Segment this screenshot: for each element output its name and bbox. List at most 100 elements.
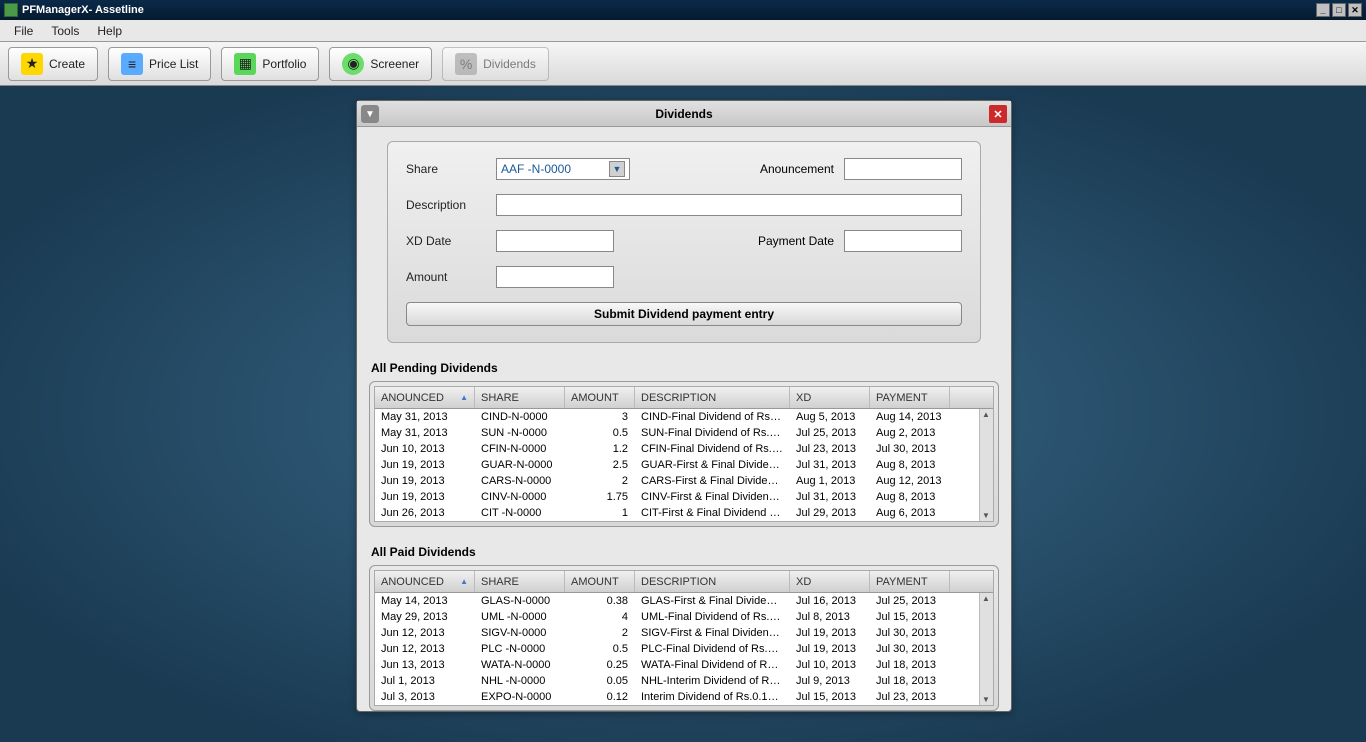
- pricelist-button[interactable]: ≡ Price List: [108, 47, 211, 81]
- share-label: Share: [406, 162, 486, 176]
- cell-payment: Jul 30, 2013: [870, 643, 950, 655]
- cell-anounced: May 14, 2013: [375, 595, 475, 607]
- col-amount[interactable]: AMOUNT: [565, 571, 635, 592]
- menu-help[interactable]: Help: [89, 22, 130, 40]
- cell-payment: Jul 18, 2013: [870, 675, 950, 687]
- col-anounced[interactable]: ANOUNCED▲: [375, 387, 475, 408]
- cell-amount: 2: [565, 475, 635, 487]
- col-amount[interactable]: AMOUNT: [565, 387, 635, 408]
- col-anounced[interactable]: ANOUNCED▲: [375, 571, 475, 592]
- xd-date-input[interactable]: [496, 230, 614, 252]
- cell-share: CARS-N-0000: [475, 475, 565, 487]
- cell-payment: Jul 25, 2013: [870, 595, 950, 607]
- dividends-label: Dividends: [483, 57, 536, 71]
- cell-anounced: May 31, 2013: [375, 427, 475, 439]
- menu-file[interactable]: File: [6, 22, 41, 40]
- cell-xd: Jul 19, 2013: [790, 643, 870, 655]
- cell-amount: 0.5: [565, 643, 635, 655]
- cell-amount: 1: [565, 507, 635, 519]
- col-payment[interactable]: PAYMENT: [870, 387, 950, 408]
- portfolio-icon: ▦: [234, 53, 256, 75]
- list-icon: ≡: [121, 53, 143, 75]
- table-row[interactable]: May 14, 2013GLAS-N-00000.38GLAS-First & …: [375, 593, 979, 609]
- cell-anounced: May 31, 2013: [375, 411, 475, 423]
- amount-input[interactable]: [496, 266, 614, 288]
- screener-label: Screener: [370, 57, 419, 71]
- table-row[interactable]: Jun 19, 2013CINV-N-00001.75CINV-First & …: [375, 489, 979, 505]
- close-icon[interactable]: ✕: [989, 105, 1007, 123]
- submit-button[interactable]: Submit Dividend payment entry: [406, 302, 962, 326]
- dividends-button[interactable]: % Dividends: [442, 47, 549, 81]
- table-row[interactable]: Jun 26, 2013CIT -N-00001CIT-First & Fina…: [375, 505, 979, 521]
- cell-description: CFIN-Final Dividend of Rs.1…: [635, 443, 790, 455]
- cell-description: Interim Dividend of Rs.0.12…: [635, 691, 790, 703]
- share-select[interactable]: AAF -N-0000 ▼: [496, 158, 630, 180]
- pending-table: ANOUNCED▲ SHARE AMOUNT DESCRIPTION XD PA…: [374, 386, 994, 522]
- table-row[interactable]: Jul 1, 2013NHL -N-00000.05NHL-Interim Di…: [375, 673, 979, 689]
- cell-xd: Jul 31, 2013: [790, 491, 870, 503]
- sort-asc-icon: ▲: [460, 393, 468, 402]
- table-row[interactable]: Jun 12, 2013PLC -N-00000.5PLC-Final Divi…: [375, 641, 979, 657]
- screener-icon: ◉: [342, 53, 364, 75]
- col-xd[interactable]: XD: [790, 571, 870, 592]
- table-row[interactable]: Jun 19, 2013CARS-N-00002CARS-First & Fin…: [375, 473, 979, 489]
- cell-payment: Jul 18, 2013: [870, 659, 950, 671]
- table-row[interactable]: Jun 19, 2013GUAR-N-00002.5GUAR-First & F…: [375, 457, 979, 473]
- cell-anounced: Jun 19, 2013: [375, 491, 475, 503]
- cell-share: SUN -N-0000: [475, 427, 565, 439]
- table-row[interactable]: Jun 13, 2013WATA-N-00000.25WATA-Final Di…: [375, 657, 979, 673]
- maximize-button[interactable]: □: [1332, 3, 1346, 17]
- cell-share: WATA-N-0000: [475, 659, 565, 671]
- cell-payment: Jul 30, 2013: [870, 443, 950, 455]
- cell-amount: 4: [565, 611, 635, 623]
- description-input[interactable]: [496, 194, 962, 216]
- cell-share: GLAS-N-0000: [475, 595, 565, 607]
- cell-amount: 0.25: [565, 659, 635, 671]
- cell-description: CINV-First & Final Dividend…: [635, 491, 790, 503]
- cell-share: SIGV-N-0000: [475, 627, 565, 639]
- paid-scrollbar[interactable]: [979, 593, 993, 705]
- paid-section-label: All Paid Dividends: [371, 545, 1011, 559]
- cell-description: UML-Final Dividend of Rs.4…: [635, 611, 790, 623]
- cell-description: SUN-Final Dividend of Rs.0…: [635, 427, 790, 439]
- pending-scrollbar[interactable]: [979, 409, 993, 521]
- table-row[interactable]: Jun 10, 2013CFIN-N-00001.2CFIN-Final Div…: [375, 441, 979, 457]
- paid-table: ANOUNCED▲ SHARE AMOUNT DESCRIPTION XD PA…: [374, 570, 994, 706]
- payment-date-label: Payment Date: [734, 234, 834, 248]
- screener-button[interactable]: ◉ Screener: [329, 47, 432, 81]
- cell-description: CARS-First & Final Dividend…: [635, 475, 790, 487]
- payment-date-input[interactable]: [844, 230, 962, 252]
- table-row[interactable]: Jul 3, 2013EXPO-N-00000.12Interim Divide…: [375, 689, 979, 705]
- description-label: Description: [406, 198, 486, 212]
- cell-payment: Aug 12, 2013: [870, 475, 950, 487]
- col-share[interactable]: SHARE: [475, 387, 565, 408]
- cell-share: PLC -N-0000: [475, 643, 565, 655]
- cell-xd: Jul 29, 2013: [790, 507, 870, 519]
- cell-payment: Jul 30, 2013: [870, 627, 950, 639]
- anouncement-input[interactable]: [844, 158, 962, 180]
- col-description[interactable]: DESCRIPTION: [635, 387, 790, 408]
- col-description[interactable]: DESCRIPTION: [635, 571, 790, 592]
- portfolio-label: Portfolio: [262, 57, 306, 71]
- table-row[interactable]: May 29, 2013UML -N-00004UML-Final Divide…: [375, 609, 979, 625]
- cell-anounced: Jun 12, 2013: [375, 627, 475, 639]
- close-window-button[interactable]: ✕: [1348, 3, 1362, 17]
- cell-payment: Aug 14, 2013: [870, 411, 950, 423]
- minimize-button[interactable]: _: [1316, 3, 1330, 17]
- collapse-icon[interactable]: ▼: [361, 105, 379, 123]
- star-icon: ★: [21, 53, 43, 75]
- col-payment[interactable]: PAYMENT: [870, 571, 950, 592]
- table-row[interactable]: May 31, 2013SUN -N-00000.5SUN-Final Divi…: [375, 425, 979, 441]
- col-share[interactable]: SHARE: [475, 571, 565, 592]
- create-button[interactable]: ★ Create: [8, 47, 98, 81]
- xd-date-label: XD Date: [406, 234, 486, 248]
- anouncement-label: Anouncement: [734, 162, 834, 176]
- cell-xd: Jul 31, 2013: [790, 459, 870, 471]
- cell-amount: 0.05: [565, 675, 635, 687]
- cell-amount: 0.38: [565, 595, 635, 607]
- menu-tools[interactable]: Tools: [43, 22, 87, 40]
- col-xd[interactable]: XD: [790, 387, 870, 408]
- table-row[interactable]: Jun 12, 2013SIGV-N-00002SIGV-First & Fin…: [375, 625, 979, 641]
- portfolio-button[interactable]: ▦ Portfolio: [221, 47, 319, 81]
- table-row[interactable]: May 31, 2013CIND-N-00003CIND-Final Divid…: [375, 409, 979, 425]
